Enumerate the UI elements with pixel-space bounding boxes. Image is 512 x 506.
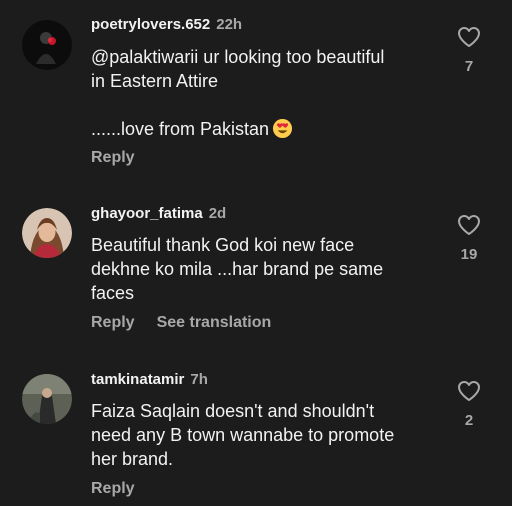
comment-line-with-emoji: ......love from Pakistan — [91, 117, 451, 145]
comment-line: Faiza Saqlain doesn't and shouldn't — [91, 401, 375, 421]
comment-line: dekhne ko mila ...har brand pe same — [91, 259, 384, 279]
comment-actions: Reply See translation — [91, 313, 271, 333]
comment-line: in Eastern Attire — [91, 71, 219, 91]
username[interactable]: ghayoor_fatima — [91, 205, 203, 222]
timestamp: 22h — [216, 16, 243, 33]
avatar-image — [22, 374, 72, 424]
comment-meta: ghayoor_fatima 2d — [91, 205, 226, 223]
comment-meta: tamkinatamir 7h — [91, 371, 208, 389]
heart-outline-icon[interactable] — [457, 26, 481, 48]
like-count: 19 — [460, 246, 478, 263]
heart-outline-icon[interactable] — [457, 214, 481, 236]
reply-button[interactable]: Reply — [91, 314, 135, 331]
comment-meta: poetrylovers.652 22h — [91, 16, 242, 34]
heart-eyes-emoji-icon — [272, 118, 293, 145]
avatar-image — [22, 208, 72, 258]
like-control: 7 — [455, 26, 483, 75]
comment-line: her brand. — [91, 449, 174, 469]
avatar-image — [22, 20, 72, 70]
like-control: 2 — [455, 380, 483, 429]
username[interactable]: poetrylovers.652 — [91, 16, 210, 33]
username[interactable]: tamkinatamir — [91, 371, 184, 388]
avatar[interactable] — [22, 208, 72, 258]
see-translation-button[interactable]: See translation — [157, 314, 272, 331]
reply-button[interactable]: Reply — [91, 149, 135, 166]
comment-actions: Reply — [91, 148, 135, 168]
heart-outline-icon[interactable] — [457, 380, 481, 402]
comment-line: faces — [91, 283, 135, 303]
comment-text: Beautiful thank God koi new face dekhne … — [91, 233, 451, 305]
timestamp: 7h — [190, 371, 208, 388]
comment-line: @palaktiwarii ur looking too beautiful — [91, 47, 385, 67]
timestamp: 2d — [208, 205, 227, 222]
avatar[interactable] — [22, 20, 72, 70]
like-control: 19 — [455, 214, 483, 263]
reply-button[interactable]: Reply — [91, 480, 135, 497]
like-count: 7 — [464, 58, 474, 75]
like-count: 2 — [464, 412, 474, 429]
comment-line — [91, 93, 451, 117]
comment-text: @palaktiwarii ur looking too beautiful i… — [91, 45, 451, 145]
comment-line: need any B town wannabe to promote — [91, 425, 395, 445]
comment-line: ......love from Pakistan — [91, 119, 270, 139]
avatar[interactable] — [22, 374, 72, 424]
comment-text: Faiza Saqlain doesn't and shouldn't need… — [91, 399, 451, 471]
comment-line: Beautiful thank God koi new face — [91, 235, 355, 255]
comment-actions: Reply — [91, 479, 135, 499]
